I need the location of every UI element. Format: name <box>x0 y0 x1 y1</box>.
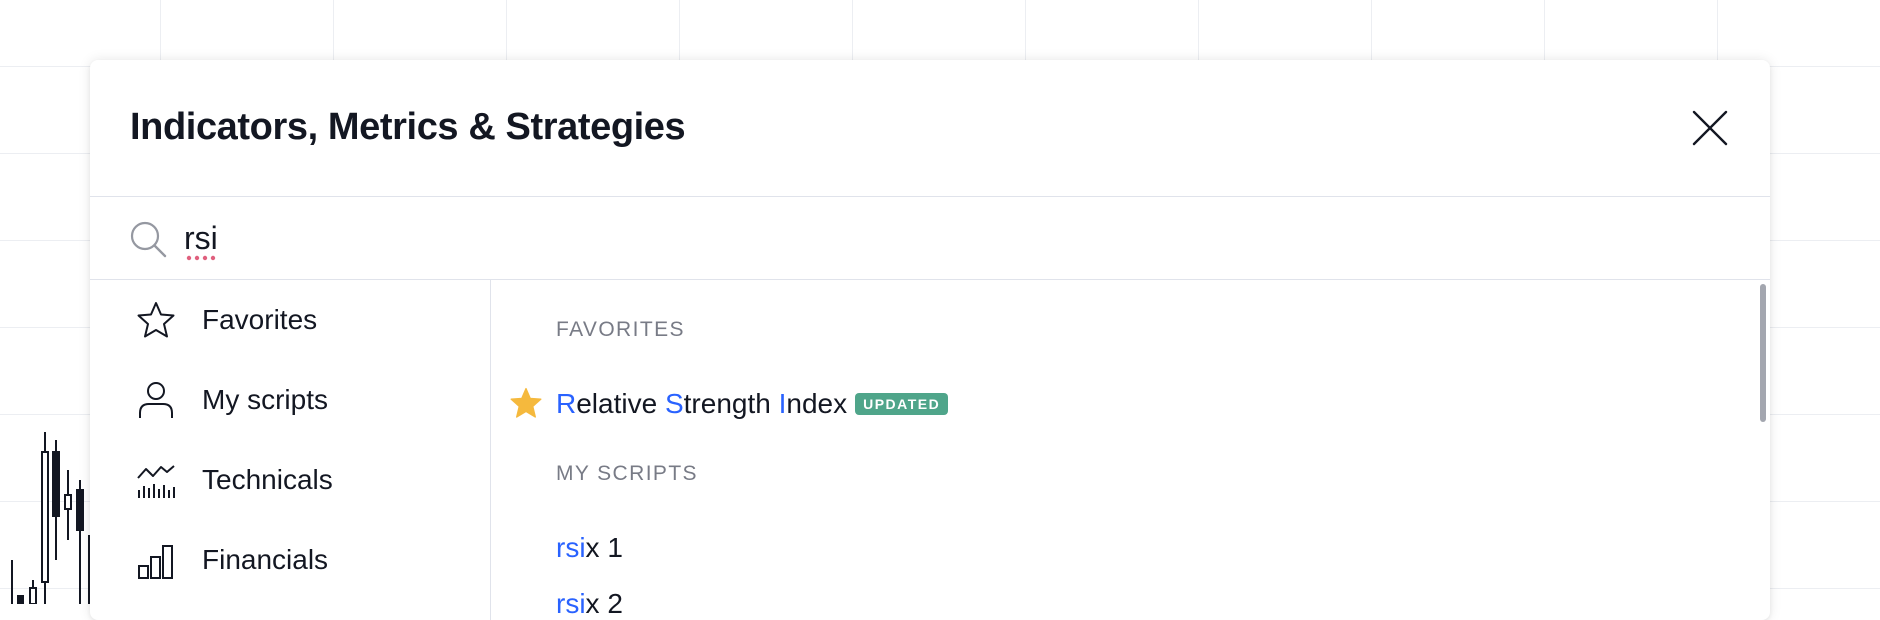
star-icon <box>137 302 175 338</box>
sidebar-item-label: Financials <box>202 544 329 575</box>
result-name: Relative Strength Index UPDATED <box>556 388 949 420</box>
result-name: rsix 1 <box>556 532 623 563</box>
search-icon <box>130 221 167 258</box>
sidebar-item-label: Technicals <box>202 464 333 495</box>
section-header-favorites: FAVORITES <box>556 318 685 341</box>
sidebar-item-label: Favorites <box>202 304 318 335</box>
updated-badge: UPDATED <box>855 393 949 415</box>
sidebar-item-favorites[interactable]: Favorites <box>90 280 489 360</box>
financials-icon <box>138 545 173 579</box>
close-icon <box>1692 110 1728 146</box>
result-name: rsix 2 <box>556 588 623 619</box>
sidebar-item-financials[interactable]: Financials <box>90 520 489 600</box>
close-button[interactable] <box>1690 108 1730 148</box>
search-bar <box>90 197 1770 280</box>
result-row[interactable]: rsix 1 <box>491 516 1756 580</box>
result-row[interactable]: rsix 2 <box>491 572 1756 620</box>
indicators-dialog: Indicators, Metrics & Strategies Favorit… <box>90 60 1770 620</box>
search-input[interactable] <box>184 213 1584 263</box>
chart-candles <box>11 432 90 604</box>
dialog-title: Indicators, Metrics & Strategies <box>130 106 686 148</box>
favorite-star-icon[interactable] <box>509 386 543 420</box>
results-panel: FAVORITES Relative Strength Index UPDATED… <box>491 280 1770 620</box>
dialog-header: Indicators, Metrics & Strategies <box>90 60 1770 197</box>
sidebar-item-my-scripts[interactable]: My scripts <box>90 360 489 440</box>
results-scrollbar[interactable] <box>1760 284 1766 422</box>
user-icon <box>139 382 173 418</box>
sidebar-item-label: My scripts <box>202 384 328 415</box>
category-sidebar: Favorites My scripts Technicals Financia… <box>90 280 491 620</box>
section-header-my-scripts: MY SCRIPTS <box>556 462 698 485</box>
sidebar-item-technicals[interactable]: Technicals <box>90 440 489 520</box>
spellcheck-underline <box>186 255 216 261</box>
result-row[interactable]: Relative Strength Index UPDATED <box>491 372 1756 436</box>
technicals-icon <box>137 465 175 498</box>
